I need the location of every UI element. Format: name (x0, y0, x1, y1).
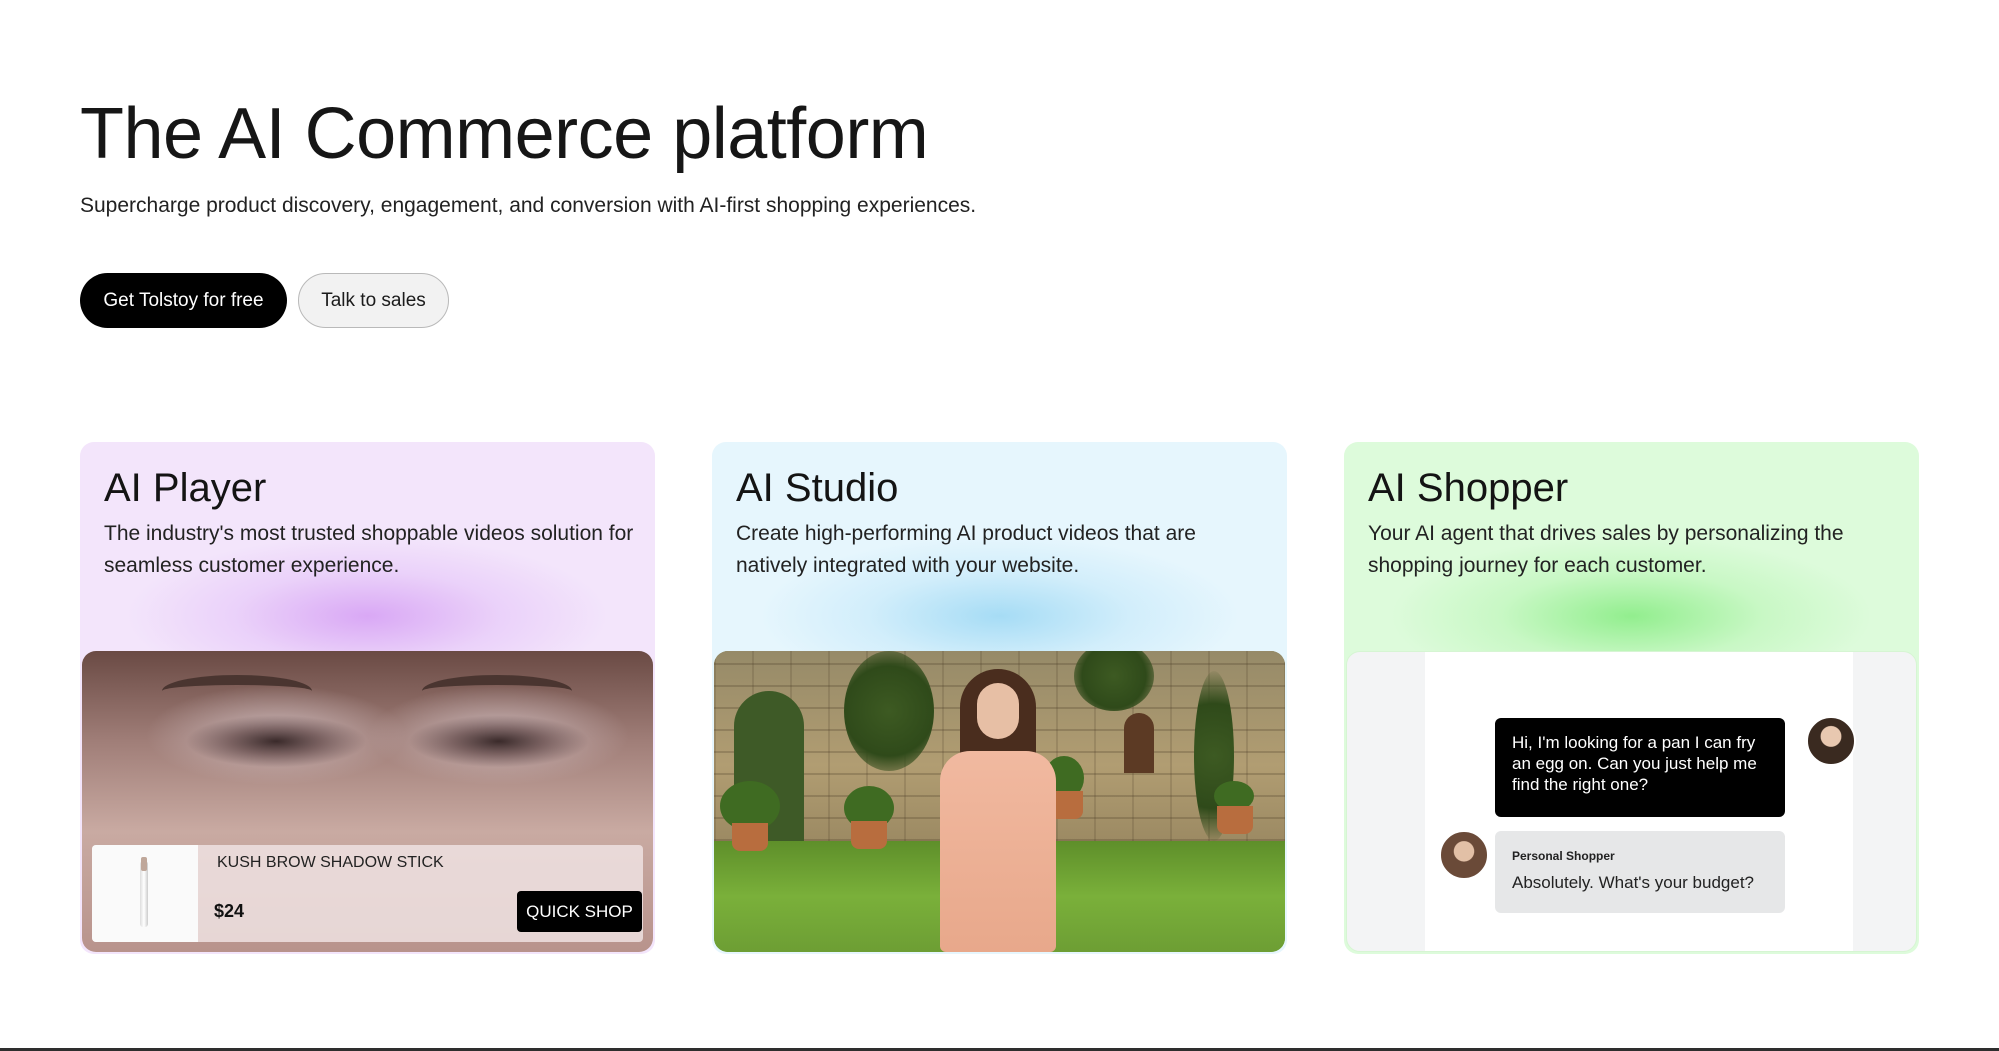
talk-to-sales-button[interactable]: Talk to sales (298, 273, 449, 328)
chat-panel: Hi, I'm looking for a pan I can fry an e… (1425, 652, 1856, 951)
ivy-foliage (844, 651, 934, 771)
makeup-video-preview[interactable]: KUSH BROW SHADOW STICK $24 QUICK SHOP (82, 651, 653, 952)
product-card[interactable]: KUSH BROW SHADOW STICK $24 QUICK SHOP (92, 845, 643, 942)
product-thumbnail (92, 845, 198, 942)
card-title: AI Player (104, 466, 267, 510)
page-subtitle: Supercharge product discovery, engagemen… (80, 194, 977, 217)
brow-stick-cap (141, 857, 147, 871)
product-name: KUSH BROW SHADOW STICK (217, 854, 444, 871)
eyebrow-shape (422, 675, 572, 707)
card-ai-player[interactable]: AI Player The industry's most trusted sh… (80, 442, 655, 954)
shopper-avatar (1439, 830, 1489, 880)
card-ai-shopper[interactable]: AI Shopper Your AI agent that drives sal… (1344, 442, 1919, 954)
card-ai-studio[interactable]: AI Studio Create high-performing AI prod… (712, 442, 1287, 954)
card-title: AI Studio (736, 466, 899, 510)
bot-name: Personal Shopper (1512, 849, 1615, 863)
terracotta-pot (1217, 806, 1253, 834)
card-description: Your AI agent that drives sales by perso… (1368, 522, 1844, 577)
chat-preview: Hi, I'm looking for a pan I can fry an e… (1346, 651, 1917, 952)
eyebrow-shape (162, 675, 312, 707)
card-description: Create high-performing AI product videos… (736, 522, 1196, 577)
wooden-door (1124, 713, 1154, 773)
quick-shop-button[interactable]: QUICK SHOP (517, 891, 642, 932)
card-title: AI Shopper (1368, 466, 1569, 510)
hero-section: The AI Commerce platform Supercharge pro… (80, 92, 976, 220)
terracotta-pot (732, 823, 768, 851)
user-avatar (1806, 716, 1856, 766)
bot-message-bubble: Personal Shopper Absolutely. What's your… (1495, 831, 1785, 913)
cta-group: Get Tolstoy for free Talk to sales (80, 273, 449, 328)
page-title: The AI Commerce platform (80, 94, 929, 174)
card-description: The industry's most trusted shoppable vi… (104, 522, 634, 577)
model-face (977, 683, 1019, 739)
garden-video-preview[interactable] (714, 651, 1285, 952)
user-message-bubble: Hi, I'm looking for a pan I can fry an e… (1495, 718, 1785, 817)
terracotta-pot (851, 821, 887, 849)
model-pink-outfit (940, 751, 1056, 952)
product-price: $24 (214, 901, 245, 921)
get-tolstoy-free-button[interactable]: Get Tolstoy for free (80, 273, 287, 328)
bot-message: Absolutely. What's your budget? (1512, 873, 1755, 892)
